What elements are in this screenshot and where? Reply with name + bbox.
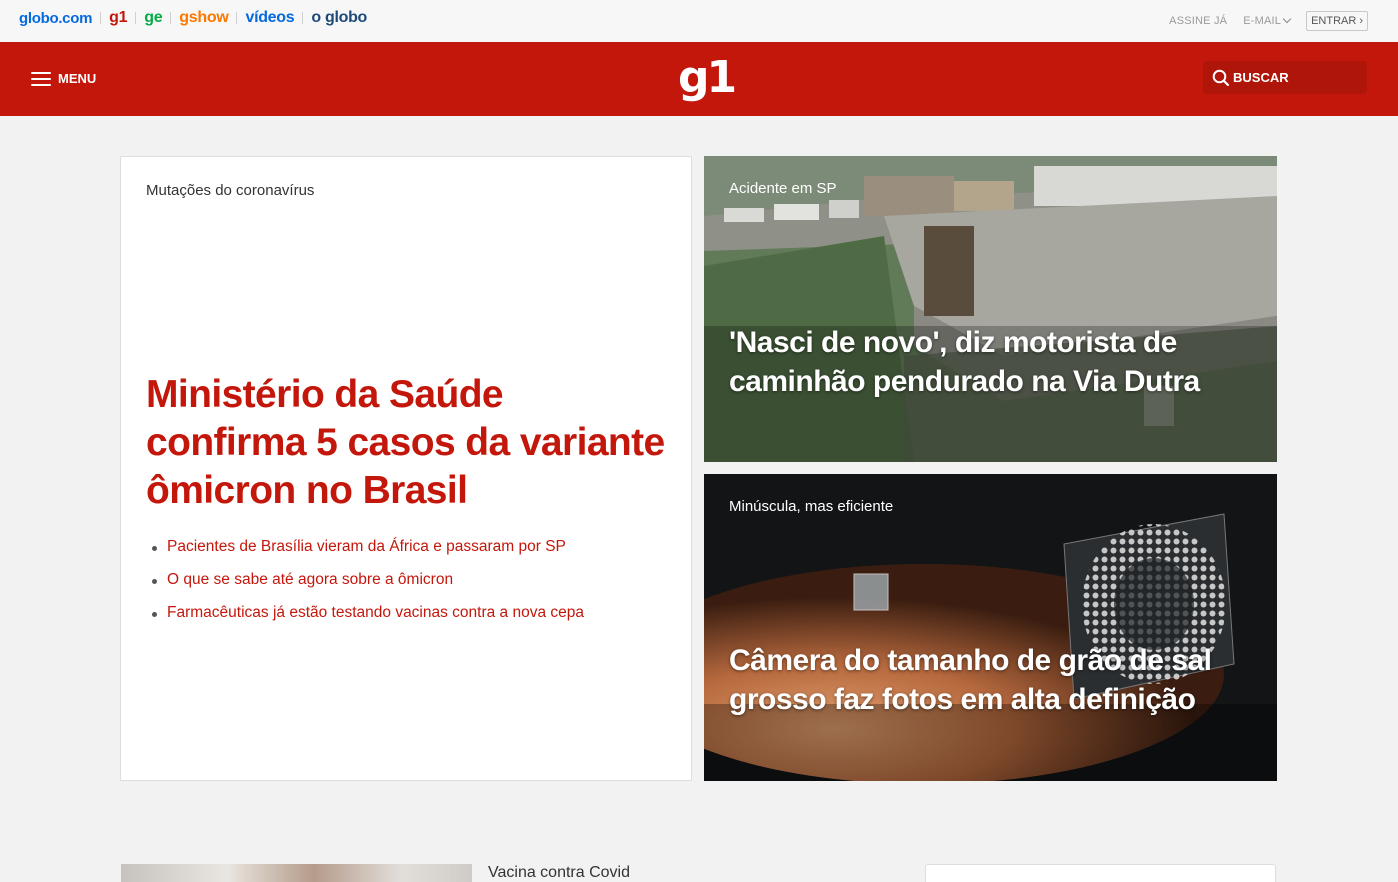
story-card-accident[interactable]: Acidente em SP 'Nasci de novo', diz moto…	[704, 156, 1277, 462]
g1-logo[interactable]: g1	[678, 54, 737, 102]
brand-link-videos[interactable]: vídeos	[245, 9, 294, 27]
brand-link-g1[interactable]: g1	[109, 9, 127, 27]
story-chapeu: Vacina contra Covid	[488, 864, 630, 881]
chevron-right-icon: ›	[1359, 15, 1363, 27]
accident-photo	[704, 156, 1277, 462]
related-link[interactable]: Farmacêuticas já estão testando vacinas …	[149, 596, 584, 629]
assine-link[interactable]: ASSINE JÁ	[1169, 15, 1227, 27]
divider	[135, 12, 137, 24]
sidebar-box	[925, 864, 1276, 882]
divider	[236, 12, 238, 24]
brand-link-ge[interactable]: ge	[144, 9, 162, 27]
divider	[100, 12, 102, 24]
menu-button[interactable]: MENU	[31, 71, 96, 86]
main-story: Mutações do coronavírus Ministério da Sa…	[120, 156, 692, 781]
story-chapeu: Mutações do coronavírus	[146, 182, 315, 199]
divider	[302, 12, 304, 24]
menu-label: MENU	[58, 71, 97, 86]
camera-photo	[704, 474, 1277, 781]
card-title[interactable]: 'Nasci de novo', diz motorista de caminh…	[729, 323, 1249, 401]
brand-link-globocom[interactable]: globo.com	[19, 10, 92, 27]
card-title[interactable]: Câmera do tamanho de grão de sal grosso …	[729, 641, 1249, 719]
story-card-camera[interactable]: Minúscula, mas eficiente Câmera do taman…	[704, 474, 1277, 781]
search-label: BUSCAR	[1233, 70, 1289, 85]
email-label: E-MAIL	[1243, 15, 1282, 27]
search-icon	[1212, 69, 1230, 86]
entrar-button[interactable]: ENTRAR ›	[1306, 11, 1368, 31]
brand-link-oglobo[interactable]: o globo	[311, 9, 367, 27]
site-header: MENU g1 BUSCAR	[0, 42, 1398, 116]
hamburger-icon	[31, 71, 51, 86]
divider	[170, 12, 172, 24]
brand-links: globo.com g1 ge gshow vídeos o globo	[19, 9, 367, 27]
globo-top-bar: globo.com g1 ge gshow vídeos o globo ASS…	[0, 0, 1398, 42]
related-link[interactable]: O que se sabe até agora sobre a ômicron	[149, 563, 584, 596]
account-links: ASSINE JÁ E-MAIL ENTRAR ›	[1169, 11, 1368, 31]
related-links: Pacientes de Brasília vieram da África e…	[149, 530, 584, 629]
chevron-down-icon	[1282, 14, 1292, 24]
brand-link-gshow[interactable]: gshow	[179, 9, 228, 27]
related-link[interactable]: Pacientes de Brasília vieram da África e…	[149, 530, 584, 563]
search-button[interactable]: BUSCAR	[1203, 61, 1367, 94]
card-chapeu: Minúscula, mas eficiente	[729, 498, 894, 515]
email-menu[interactable]: E-MAIL	[1243, 14, 1292, 27]
main-headline[interactable]: Ministério da Saúde confirma 5 casos da …	[146, 371, 666, 515]
story-thumbnail[interactable]	[121, 864, 472, 882]
entrar-label: ENTRAR	[1311, 15, 1357, 27]
card-chapeu: Acidente em SP	[729, 180, 837, 197]
